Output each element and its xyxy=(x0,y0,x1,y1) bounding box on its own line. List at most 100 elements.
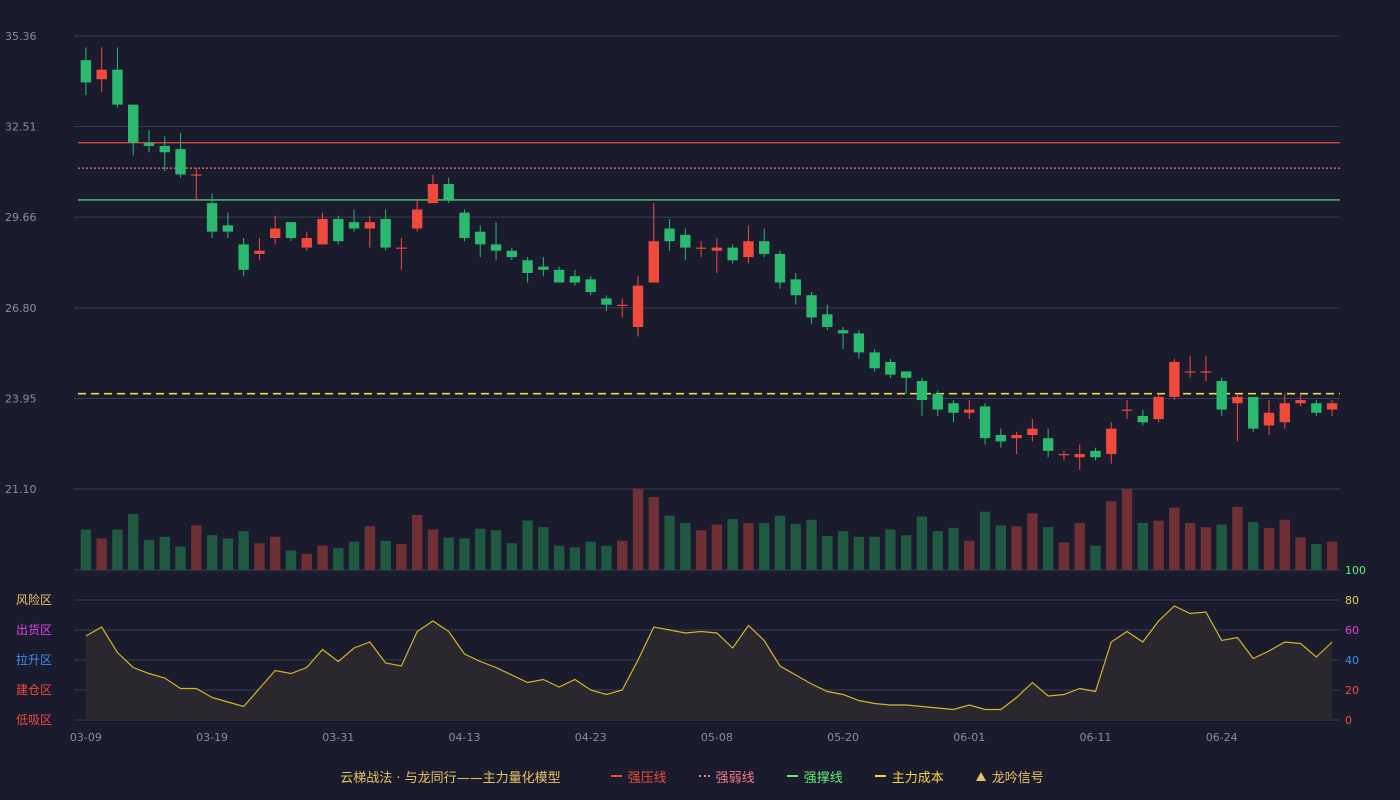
oscillator-zone-label: 风险区 xyxy=(16,592,52,607)
legend-label: 强压线 xyxy=(627,770,667,786)
oscillator-zone-label: 出货区 xyxy=(16,622,52,637)
candle-body xyxy=(1263,412,1275,426)
volume-bar xyxy=(396,544,407,570)
candle-body xyxy=(538,266,549,270)
candle-body xyxy=(396,247,407,249)
volume-bar xyxy=(1090,545,1101,570)
volume-bar xyxy=(380,540,391,570)
volume-bar xyxy=(711,524,723,570)
legend-title: 云梯战法 · 与龙同行——主力量化模型 xyxy=(340,770,561,786)
candle-body xyxy=(916,380,928,401)
volume-bar xyxy=(759,523,770,570)
volume-bar xyxy=(727,518,738,570)
candle-body xyxy=(695,247,707,249)
volume-bar xyxy=(301,553,312,570)
candle-body xyxy=(585,279,596,293)
candle-body xyxy=(1074,454,1085,458)
price-tick-label: 21.10 xyxy=(5,483,37,496)
volume-bar xyxy=(1074,523,1085,570)
volume-bar xyxy=(1311,544,1322,570)
candle-body xyxy=(869,352,880,369)
candle-body xyxy=(632,285,644,327)
volume-bar xyxy=(932,531,943,570)
price-tick-label: 26.80 xyxy=(5,302,37,315)
oscillator-zone-label: 建仓区 xyxy=(16,683,52,697)
oscillator-area xyxy=(85,606,1333,720)
volume-bar xyxy=(1200,527,1212,570)
candle-body xyxy=(759,241,770,254)
chart-legend: 云梯战法 · 与龙同行——主力量化模型 强压线 强弱线 强撑线 主力成本 龙吟信… xyxy=(0,764,1400,788)
candle-body xyxy=(1137,415,1149,423)
legend-label: 龙吟信号 xyxy=(991,770,1044,786)
candle-body xyxy=(1200,371,1212,373)
candle-body xyxy=(648,241,659,283)
volume-bar xyxy=(317,545,328,570)
candle-body xyxy=(822,314,833,327)
candle-body xyxy=(206,203,218,232)
candle-body xyxy=(743,241,754,258)
candle-body xyxy=(301,238,312,248)
legend-item-main-cost[interactable]: 主力成本 xyxy=(874,767,944,786)
price-tick-label: 29.66 xyxy=(5,211,37,224)
legend-item-strong-support[interactable]: 强撑线 xyxy=(786,767,843,786)
volume-bar xyxy=(80,529,92,570)
legend-label: 强撑线 xyxy=(803,770,843,786)
candle-body xyxy=(1042,438,1054,451)
volume-bar xyxy=(869,536,880,570)
volume-bar xyxy=(269,536,281,570)
candle-body xyxy=(475,231,486,245)
candle-body xyxy=(569,276,581,283)
volume-bar xyxy=(411,514,423,570)
price-tick-label: 35.36 xyxy=(5,30,37,43)
volume-bar xyxy=(1137,523,1149,570)
candle-body xyxy=(96,69,107,80)
legend-item-strong-weak[interactable]: 强弱线 xyxy=(698,767,755,786)
oscillator-tick-label: 100 xyxy=(1345,564,1366,577)
volume-bar xyxy=(222,538,234,570)
candle-body xyxy=(380,218,391,248)
candle-body xyxy=(1169,361,1180,397)
candle-body xyxy=(427,184,439,204)
candle-body xyxy=(222,225,234,232)
candle-body xyxy=(459,212,470,239)
volume-bar xyxy=(1295,537,1306,570)
candle-body xyxy=(1279,403,1290,423)
x-tick-label: 03-31 xyxy=(322,731,354,744)
candle-body xyxy=(837,330,849,334)
volume-bar xyxy=(601,545,612,570)
x-tick-label: 06-24 xyxy=(1206,731,1238,744)
volume-bar xyxy=(948,527,959,570)
volume-bar xyxy=(837,531,849,570)
candle-body xyxy=(1090,450,1101,458)
volume-bar xyxy=(885,529,896,570)
candle-body xyxy=(1027,428,1038,435)
candle-body xyxy=(964,409,975,413)
legend-swatch-red-line xyxy=(610,775,622,777)
oscillator-zone-label: 拉升区 xyxy=(16,652,52,667)
candle-body xyxy=(727,247,738,261)
volume-bar xyxy=(553,545,565,570)
volume-bar xyxy=(900,535,912,570)
x-tick-label: 04-23 xyxy=(575,731,607,744)
legend-item-dragon-signal[interactable]: 龙吟信号 xyxy=(975,767,1044,786)
candle-body xyxy=(664,228,675,242)
legend-item-strong-pressure[interactable]: 强压线 xyxy=(610,767,667,786)
candle-body xyxy=(191,174,202,176)
volume-bar xyxy=(822,535,833,570)
candle-body xyxy=(995,434,1007,442)
x-tick-label: 05-08 xyxy=(701,731,733,744)
volume-bar xyxy=(617,540,628,570)
volume-bar xyxy=(1153,520,1164,570)
volume-bar xyxy=(1248,522,1259,570)
candle-body xyxy=(348,222,360,229)
volume-bar xyxy=(743,523,754,570)
candle-body xyxy=(1248,396,1259,429)
volume-bar xyxy=(96,538,107,570)
candle-body xyxy=(269,228,281,239)
volume-bar xyxy=(979,511,991,570)
volume-bar xyxy=(128,514,139,570)
chart-svg: 35.36 32.51 29.66 26.80 23.95 21.10 0 20 40 60 80 1… xyxy=(5,30,1366,744)
candle-body xyxy=(680,234,691,248)
volume-bar xyxy=(443,537,454,570)
volume-bar xyxy=(159,536,170,570)
